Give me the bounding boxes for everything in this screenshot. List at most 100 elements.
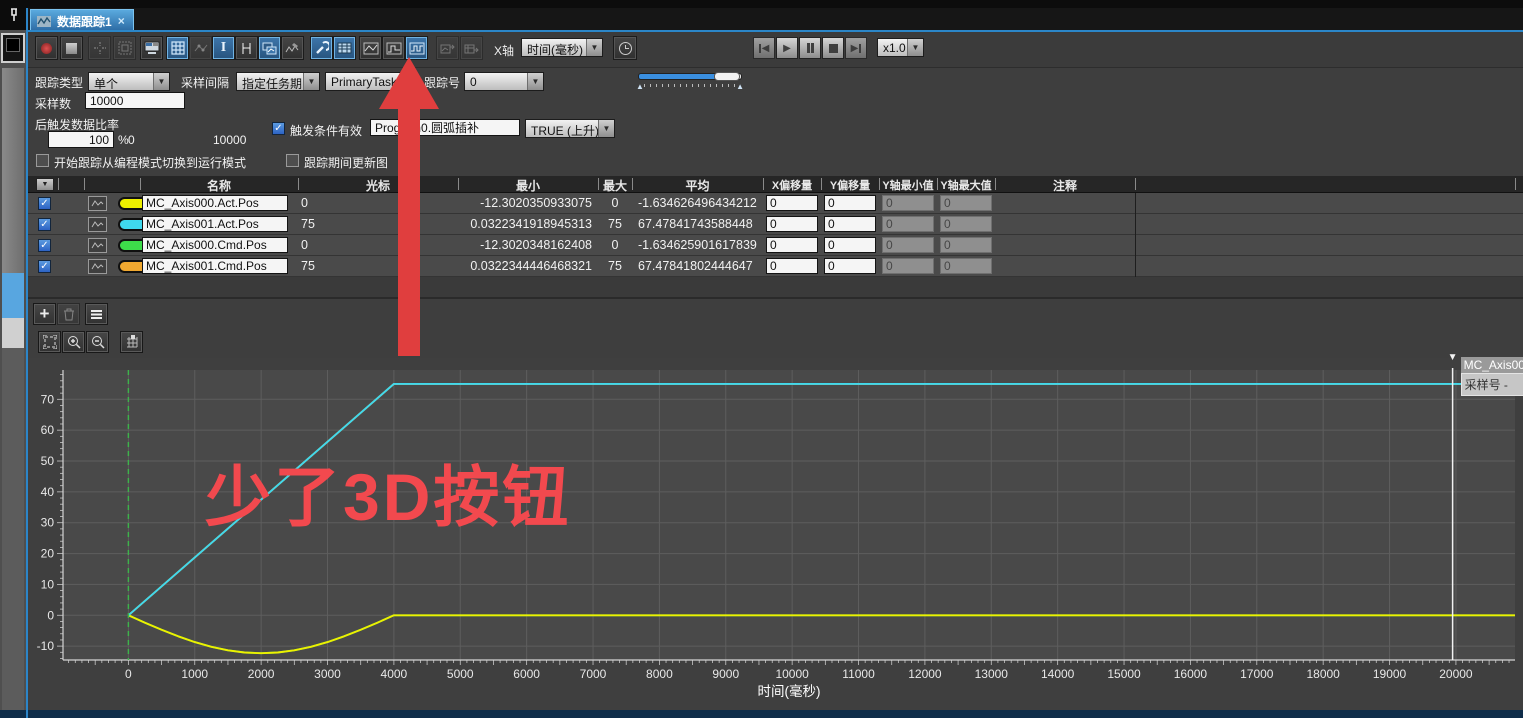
table-row[interactable]: ✓ 75 0.0322344446468321 75 67.4784180244…: [28, 256, 1523, 277]
x-tick-label: 8000: [646, 667, 673, 681]
col-max[interactable]: 最大: [598, 177, 632, 194]
wave-pen-icon: [285, 42, 300, 55]
settings-button[interactable]: [310, 36, 333, 60]
stop-trace-button[interactable]: [60, 36, 83, 60]
row-visible-checkbox[interactable]: ✓: [38, 218, 51, 231]
samples-input[interactable]: [85, 92, 185, 109]
data-table-button[interactable]: [333, 36, 356, 60]
pin-icon[interactable]: [7, 7, 21, 23]
play-button[interactable]: ▶: [776, 37, 798, 59]
col-cursor[interactable]: 光标: [298, 177, 458, 194]
draw-chart-button[interactable]: [281, 36, 304, 60]
column-divider: [1135, 193, 1136, 214]
tab-close-icon[interactable]: ×: [118, 14, 125, 28]
trigger-condition-dropdown[interactable]: TRUE (上升)▼: [525, 119, 615, 138]
series-name-input[interactable]: [142, 195, 288, 211]
update-chart-checkbox[interactable]: [286, 154, 299, 167]
cursor-marker-icon[interactable]: ▼: [1448, 352, 1458, 363]
range-min-label: 0: [128, 133, 135, 147]
dock-scroll-track[interactable]: [2, 68, 24, 273]
avg-value: 67.47841743588448: [638, 217, 753, 231]
x-offset-input[interactable]: [766, 258, 818, 274]
y-offset-input[interactable]: [824, 237, 876, 253]
export-image-button[interactable]: [436, 36, 459, 60]
table-row[interactable]: ✓ 0 -12.3020350933075 0 -1.6346264964342…: [28, 193, 1523, 214]
x-offset-input[interactable]: [766, 216, 818, 232]
clock-icon: [619, 42, 632, 55]
series-name-input[interactable]: [142, 216, 288, 232]
filter-button[interactable]: ▼: [36, 178, 54, 191]
cursor-value: 0: [301, 196, 308, 210]
skip-forward-button[interactable]: ▶: [845, 37, 867, 59]
delete-series-button[interactable]: [57, 303, 80, 325]
col-min[interactable]: 最小: [458, 177, 598, 194]
trace-tab-icon: [37, 16, 51, 27]
grid-settings-button[interactable]: [120, 331, 143, 353]
trigger-variable-input[interactable]: [370, 119, 520, 136]
dual-cursor-button[interactable]: [235, 36, 258, 60]
pause-button[interactable]: [799, 37, 821, 59]
post-trigger-input[interactable]: [48, 131, 114, 148]
tab-data-trace-1[interactable]: 数据跟踪1 ×: [30, 9, 134, 30]
attach-button[interactable]: [88, 36, 111, 60]
y-offset-input[interactable]: [824, 258, 876, 274]
col-y-axis-min[interactable]: Y轴最小值: [879, 177, 937, 193]
show-points-button[interactable]: [189, 36, 212, 60]
row-chart-icon[interactable]: [88, 196, 107, 211]
y-offset-input[interactable]: [824, 195, 876, 211]
row-chart-icon[interactable]: [88, 217, 107, 232]
col-x-offset[interactable]: X偏移量: [763, 177, 821, 193]
overlay-chart-button[interactable]: [258, 36, 281, 60]
add-series-button[interactable]: +: [33, 303, 56, 325]
x-offset-input[interactable]: [766, 237, 818, 253]
x-axis-dropdown[interactable]: 时间(毫秒)▼: [521, 38, 603, 57]
column-divider: [1135, 235, 1136, 256]
row-visible-checkbox[interactable]: ✓: [38, 239, 51, 252]
start-mode-checkbox[interactable]: [36, 154, 49, 167]
export-csv-button[interactable]: [460, 36, 483, 60]
fit-chart-button[interactable]: [38, 331, 61, 353]
col-y-offset[interactable]: Y偏移量: [821, 177, 879, 193]
trace-type-dropdown[interactable]: 单个▼: [88, 72, 170, 91]
playback-speed-dropdown[interactable]: x1.0▼: [877, 38, 924, 57]
col-name[interactable]: 名称: [140, 177, 298, 194]
row-visible-checkbox[interactable]: ✓: [38, 260, 51, 273]
cursor-value: 75: [301, 217, 315, 231]
x-axis-title: 时间(毫秒): [758, 683, 821, 699]
dock-scroll-thumb[interactable]: [2, 273, 24, 318]
table-row[interactable]: ✓ 75 0.0322341918945313 75 67.4784174358…: [28, 214, 1523, 235]
x-offset-input[interactable]: [766, 195, 818, 211]
trace-no-dropdown[interactable]: 0▼: [464, 72, 544, 91]
zoom-out-button[interactable]: [86, 331, 109, 353]
export-table-icon: [464, 42, 479, 55]
series-name-input[interactable]: [142, 237, 288, 253]
series-name-input[interactable]: [142, 258, 288, 274]
samples-label: 采样数: [35, 95, 71, 112]
data-trace-window: 数据跟踪1 × I X轴 时间(毫秒)▼ ▲ ▲: [0, 0, 1523, 718]
col-avg[interactable]: 平均: [632, 177, 763, 194]
y-axis-min-input: [882, 216, 934, 232]
y-tick-label: -10: [37, 639, 55, 653]
y-offset-input[interactable]: [824, 216, 876, 232]
zoom-in-button[interactable]: [62, 331, 85, 353]
cursor-ibeam-button[interactable]: I: [212, 36, 235, 60]
col-note[interactable]: 注释: [995, 177, 1135, 194]
row-chart-icon[interactable]: [88, 259, 107, 274]
trigger-enable-checkbox[interactable]: ✓: [272, 122, 285, 135]
dock-segment-light[interactable]: [2, 318, 24, 348]
row-visible-checkbox[interactable]: ✓: [38, 197, 51, 210]
time-sync-button[interactable]: [613, 36, 637, 60]
col-y-axis-max[interactable]: Y轴最大值: [937, 177, 995, 193]
layout-button[interactable]: [113, 36, 136, 60]
skip-back-button[interactable]: ◀: [753, 37, 775, 59]
annotation-text: 少了3D按钮: [205, 444, 571, 540]
grid-toggle-button[interactable]: [166, 36, 189, 60]
film-strip-icon[interactable]: [1, 33, 25, 63]
interval-dropdown[interactable]: 指定任务期▼: [236, 72, 320, 91]
list-view-button[interactable]: [85, 303, 108, 325]
row-chart-icon[interactable]: [88, 238, 107, 253]
copy-screenshot-button[interactable]: [140, 36, 163, 60]
stop-playback-button[interactable]: [822, 37, 844, 59]
record-button[interactable]: [35, 36, 58, 60]
table-row[interactable]: ✓ 0 -12.3020348162408 0 -1.6346259016178…: [28, 235, 1523, 256]
